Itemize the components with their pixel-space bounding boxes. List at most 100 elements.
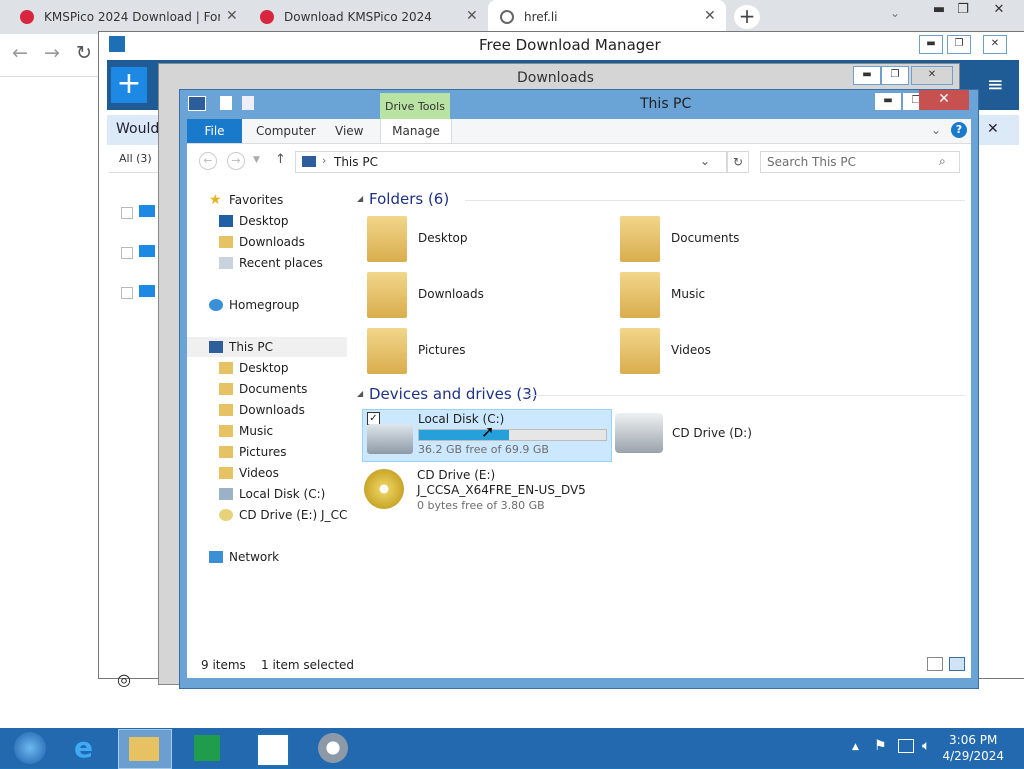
nav-favorites[interactable]: ★ Favorites — [187, 190, 347, 210]
tab-favicon-icon — [260, 10, 274, 24]
close-icon[interactable]: ✕ — [226, 8, 238, 24]
add-download-button[interactable]: + — [111, 67, 147, 103]
details-view-icon[interactable] — [927, 657, 943, 671]
tab-view[interactable]: View — [335, 119, 363, 143]
nav-pc-videos[interactable]: Videos — [187, 463, 347, 483]
menu-icon[interactable]: ≡ — [987, 72, 1004, 96]
large-icons-view-icon[interactable] — [949, 657, 965, 671]
row-checkbox[interactable] — [121, 287, 133, 299]
minimize-button[interactable]: ▬ — [853, 66, 881, 85]
tab-file[interactable]: File — [187, 119, 242, 143]
taskbar-fdm[interactable] — [244, 729, 296, 767]
close-icon[interactable]: ✕ — [466, 8, 478, 24]
filter-all-tab[interactable]: All (3) — [119, 152, 152, 165]
folders-section-header[interactable]: ◢ Folders (6) — [355, 190, 965, 210]
reload-icon[interactable]: ↻ — [76, 42, 92, 64]
navigation-pane: ★ Favorites Desktop Downloads Recent pla… — [187, 180, 347, 650]
properties-icon[interactable] — [220, 96, 232, 110]
restore-button[interactable]: ❐ — [947, 35, 971, 54]
drive-free-space: 36.2 GB free of 69.9 GB — [418, 443, 549, 456]
nav-recent-places[interactable]: Recent places — [187, 253, 347, 273]
banner-text: Would — [116, 121, 160, 137]
chevron-down-icon[interactable]: ⌄ — [931, 123, 941, 137]
folder-icon — [139, 205, 155, 217]
collapse-icon[interactable]: ◢ — [357, 194, 363, 203]
search-icon[interactable]: ⌕ — [939, 154, 946, 169]
row-checkbox[interactable] — [121, 207, 133, 219]
nav-network[interactable]: Network — [187, 547, 347, 567]
up-icon[interactable]: ↑ — [275, 152, 286, 167]
restore-button[interactable]: ❐ — [881, 66, 909, 85]
collapse-icon[interactable]: ◢ — [357, 389, 363, 398]
browser-tab-1[interactable]: KMSPico 2024 Download | For W ✕ — [8, 0, 246, 34]
nav-pc-music[interactable]: Music — [187, 421, 347, 441]
chevron-down-icon[interactable]: ⌄ — [700, 154, 710, 168]
start-button[interactable] — [4, 729, 56, 767]
drive-cd-d[interactable]: CD Drive (D:) — [615, 409, 855, 460]
taskbar-internet-explorer[interactable]: e — [60, 729, 112, 767]
taskbar-store[interactable] — [180, 729, 232, 767]
volume-muted-icon[interactable]: 🔈︎ — [922, 738, 930, 754]
nav-pc-downloads[interactable]: Downloads — [187, 400, 347, 420]
new-folder-icon[interactable] — [242, 96, 254, 110]
row-checkbox[interactable] — [121, 247, 133, 259]
browser-tab-3[interactable]: href.li ✕ — [488, 0, 726, 34]
drive-cd-e[interactable]: CD Drive (E:) J_CCSA_X64FRE_EN-US_DV5 0 … — [362, 465, 622, 519]
chevron-down-icon[interactable]: ⌄ — [890, 6, 900, 20]
address-input[interactable]: › This PC ⌄ — [295, 151, 727, 173]
refresh-icon[interactable]: ↻ — [727, 151, 749, 173]
mouse-cursor-icon: ➚ — [481, 422, 495, 441]
nav-local-disk-c[interactable]: Local Disk (C:) — [187, 484, 347, 504]
action-center-flag-icon[interactable]: ⚑ — [874, 738, 887, 754]
nav-pc-documents[interactable]: Documents — [187, 379, 347, 399]
nav-pc-pictures[interactable]: Pictures — [187, 442, 347, 462]
network-icon — [209, 551, 223, 563]
tab-computer[interactable]: Computer — [256, 119, 316, 143]
taskbar-file-explorer[interactable] — [118, 729, 172, 769]
nav-cd-drive-e[interactable]: CD Drive (E:) J_CCSA — [187, 505, 347, 525]
clock[interactable]: 3:06 PM 4/29/2024 — [942, 732, 1004, 764]
search-input[interactable]: Search This PC ⌕ — [760, 151, 960, 173]
network-status-icon[interactable] — [898, 739, 914, 753]
forward-icon[interactable]: → — [44, 42, 60, 64]
folder-videos[interactable]: Videos — [608, 326, 848, 376]
tab-favicon-icon — [20, 10, 34, 24]
close-icon[interactable]: ✕ — [704, 8, 716, 24]
folder-pictures[interactable]: Pictures — [355, 326, 595, 376]
close-button[interactable]: ✕ — [984, 0, 1014, 22]
folder-downloads[interactable]: Downloads — [355, 270, 595, 320]
nav-favorites-downloads[interactable]: Downloads — [187, 232, 347, 252]
drive-usage-bar — [418, 429, 607, 441]
restore-button[interactable]: ❐ — [948, 0, 978, 22]
close-button[interactable]: ✕ — [919, 90, 969, 110]
clock-time: 3:06 PM — [949, 733, 998, 747]
nav-pc-desktop[interactable]: Desktop — [187, 358, 347, 378]
close-button[interactable]: ✕ — [911, 66, 953, 85]
browser-tab-2[interactable]: Download KMSPico 2024 ✕ — [248, 0, 486, 34]
back-icon[interactable]: ← — [12, 42, 28, 64]
tab-manage[interactable]: Manage — [380, 119, 452, 143]
nav-favorites-desktop[interactable]: Desktop — [187, 211, 347, 231]
help-icon[interactable]: ? — [951, 122, 967, 138]
new-tab-button[interactable]: + — [734, 5, 760, 29]
nav-this-pc[interactable]: This PC — [187, 337, 347, 357]
folder-documents[interactable]: Documents — [608, 214, 848, 264]
close-icon[interactable]: ✕ — [987, 121, 999, 137]
show-hidden-icons-icon[interactable]: ▲ — [852, 742, 859, 752]
folder-desktop[interactable]: Desktop — [355, 214, 595, 264]
desktop-icon — [219, 215, 233, 227]
minimize-button[interactable]: ▬ — [874, 92, 902, 111]
drive-tools-tab[interactable]: Drive Tools — [380, 93, 450, 120]
recent-locations-icon[interactable]: ▼ — [253, 155, 260, 165]
forward-icon[interactable]: → — [227, 152, 245, 170]
taskbar-chrome[interactable] — [306, 729, 358, 767]
back-icon[interactable]: ← — [199, 152, 217, 170]
explorer-titlebar: Drive Tools This PC ▬ ❐ ✕ — [180, 90, 978, 120]
drives-section-header[interactable]: ◢ Devices and drives (3) — [355, 385, 965, 405]
folder-music[interactable]: Music — [608, 270, 848, 320]
store-icon — [194, 735, 220, 761]
nav-homegroup[interactable]: Homegroup — [187, 295, 347, 315]
minimize-button[interactable]: ▬ — [919, 35, 943, 54]
speed-mode-icon[interactable]: ◎ — [117, 670, 131, 689]
close-button[interactable]: ✕ — [983, 35, 1007, 54]
